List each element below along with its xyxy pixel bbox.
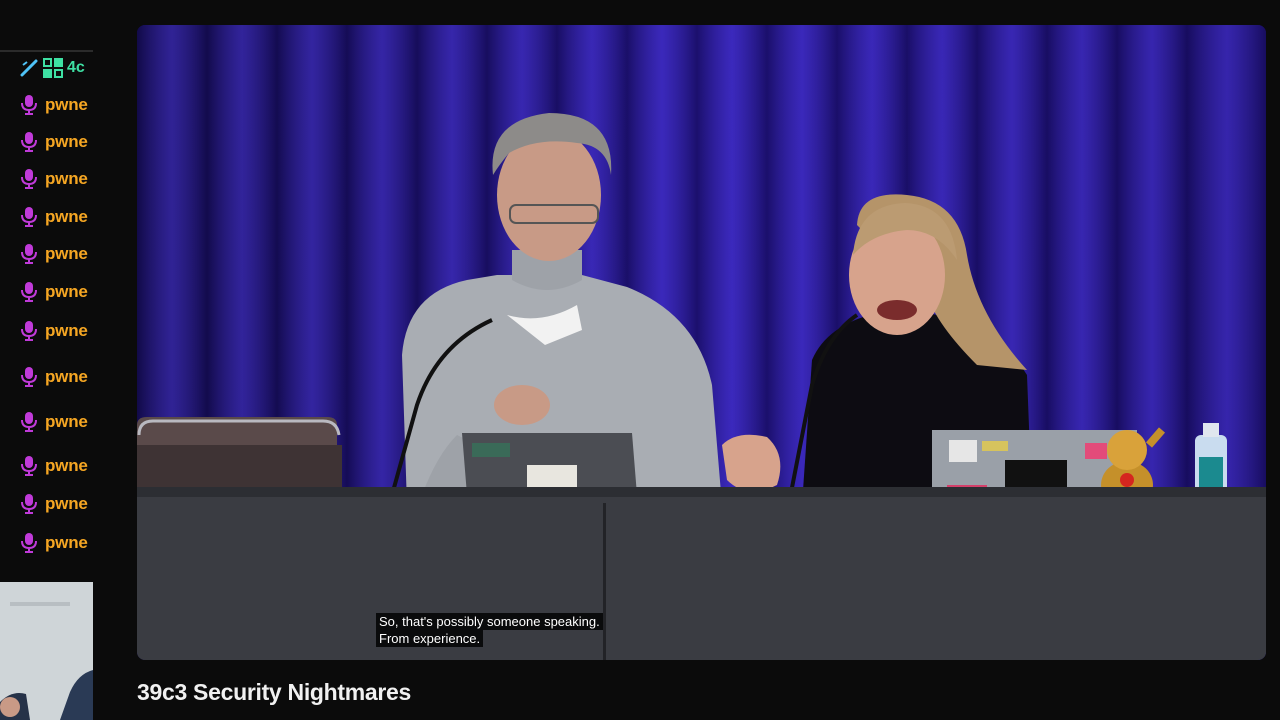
video-player[interactable]: So, that's possibly someone speaking. Fr…: [137, 25, 1266, 660]
activity-username: pwne: [45, 132, 88, 151]
activity-item[interactable]: pwne: [20, 204, 88, 230]
activity-username: 4c: [67, 59, 85, 76]
activity-item[interactable]: pwne: [20, 166, 88, 192]
activity-item[interactable]: pwne: [20, 364, 88, 390]
subtitle-line-1: So, that's possibly someone speaking.: [376, 613, 603, 630]
webcam-thumbnail[interactable]: [0, 582, 93, 720]
microphone-icon: [21, 95, 37, 115]
laptop-left: [462, 433, 637, 495]
sidebar-divider: [0, 50, 93, 52]
activity-username: pwne: [45, 494, 88, 513]
activity-item[interactable]: pwne: [20, 279, 88, 305]
microphone-icon: [21, 367, 37, 387]
activity-item[interactable]: pwne: [20, 92, 88, 118]
activity-item[interactable]: pwne: [20, 241, 88, 267]
activity-sidebar: 4c pwne pwne pwne pwne pwne pwne pwne pwne pwne p…: [0, 0, 93, 720]
activity-username: pwne: [45, 321, 88, 340]
webcam-image: [0, 582, 93, 720]
microphone-icon: [21, 321, 37, 341]
subtitle-line-2: From experience.: [376, 630, 484, 647]
subtitle-overlay: So, that's possibly someone speaking. Fr…: [376, 613, 603, 647]
microphone-icon: [21, 533, 37, 553]
microphone-icon: [21, 282, 37, 302]
activity-item[interactable]: pwne: [20, 530, 88, 556]
activity-username: pwne: [45, 282, 88, 301]
microphone-icon: [21, 207, 37, 227]
activity-item-first[interactable]: 4c: [20, 56, 85, 80]
empty-chair: [137, 417, 342, 495]
panel-table: [137, 487, 1266, 660]
activity-item[interactable]: pwne: [20, 129, 88, 155]
activity-username: pwne: [45, 95, 88, 114]
microphone-icon: [21, 244, 37, 264]
activity-username: pwne: [45, 169, 88, 188]
activity-item[interactable]: pwne: [20, 318, 88, 344]
microphone-icon: [21, 456, 37, 476]
activity-username: pwne: [45, 207, 88, 226]
microphone-icon: [21, 169, 37, 189]
video-frame: [137, 25, 1266, 660]
activity-item[interactable]: pwne: [20, 409, 88, 435]
activity-username: pwne: [45, 412, 88, 431]
activity-username: pwne: [45, 456, 88, 475]
video-title[interactable]: 39c3 Security Nightmares: [137, 679, 411, 706]
activity-username: pwne: [45, 367, 88, 386]
microphone-icon: [21, 494, 37, 514]
badge-icon: [43, 58, 63, 78]
activity-username: pwne: [45, 533, 88, 552]
checkmark-badge-icon: [20, 59, 38, 77]
activity-item[interactable]: pwne: [20, 491, 88, 517]
activity-username: pwne: [45, 244, 88, 263]
microphone-icon: [21, 132, 37, 152]
activity-item[interactable]: pwne: [20, 453, 88, 479]
microphone-icon: [21, 412, 37, 432]
